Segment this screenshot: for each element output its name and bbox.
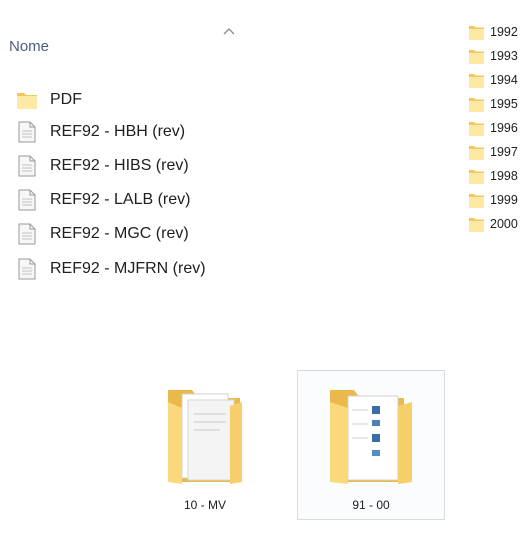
- list-item-pdf[interactable]: PDF: [16, 86, 82, 114]
- folder-with-documents-icon: [330, 390, 412, 484]
- folder-icon: [469, 26, 484, 40]
- list-item-label: 1994: [490, 73, 518, 87]
- folder-icon: [16, 88, 38, 112]
- list-item-year-folder[interactable]: 1994: [469, 69, 518, 91]
- folder-icon: [469, 122, 484, 136]
- year-folder-list: 1992 1993 1994 1995 1996 1997 1998 1999 …: [462, 16, 530, 296]
- list-item-label: 1992: [490, 25, 518, 39]
- list-item-file[interactable]: REF92 - MGC (rev): [16, 220, 189, 248]
- document-icon: [16, 257, 38, 281]
- list-item-label: 1995: [490, 97, 518, 111]
- list-item-label: REF92 - LALB (rev): [50, 191, 191, 208]
- folder-icon: [469, 146, 484, 160]
- list-item-label: 1993: [490, 49, 518, 63]
- document-icon: [16, 120, 38, 144]
- list-item-label: PDF: [50, 91, 82, 108]
- list-item-label: 1996: [490, 121, 518, 135]
- list-item-file[interactable]: REF92 - HBH (rev): [16, 118, 185, 146]
- large-icon-label: 10 - MV: [183, 498, 226, 512]
- folder-icon: [469, 194, 484, 208]
- list-item-label: 1997: [490, 145, 518, 159]
- column-header-name[interactable]: Nome: [9, 38, 49, 55]
- folder-with-documents-icon: [168, 390, 242, 484]
- list-item-label: 1998: [490, 169, 518, 183]
- folder-icon: [469, 74, 484, 88]
- list-item-year-folder[interactable]: 2000: [469, 213, 518, 235]
- list-item-year-folder[interactable]: 1992: [469, 21, 518, 43]
- list-item-file[interactable]: REF92 - LALB (rev): [16, 186, 190, 214]
- list-item-label: REF92 - HIBS (rev): [50, 157, 189, 174]
- folder-icon: [469, 98, 484, 112]
- list-item-label: REF92 - HBH (rev): [50, 123, 186, 140]
- list-item-year-folder[interactable]: 1997: [469, 141, 518, 163]
- folder-icon: [469, 170, 484, 184]
- document-icon: [16, 154, 38, 178]
- list-item-year-folder[interactable]: 1998: [469, 165, 518, 187]
- document-icon: [16, 188, 38, 212]
- large-icon-item[interactable]: 91 - 00: [297, 370, 445, 520]
- list-item-year-folder[interactable]: 1995: [469, 93, 518, 115]
- folder-icon: [469, 50, 484, 64]
- list-item-year-folder[interactable]: 1999: [469, 189, 518, 211]
- list-item-label: REF92 - MJFRN (rev): [50, 260, 206, 277]
- sort-ascending-icon[interactable]: [222, 26, 236, 36]
- file-list-pane: Nome PDF REF92 - HBH (rev) REF92 - HIBS …: [0, 0, 300, 310]
- list-item-label: 1999: [490, 193, 518, 207]
- list-item-label: REF92 - MGC (rev): [50, 225, 189, 242]
- list-item-file[interactable]: REF92 - HIBS (rev): [16, 152, 189, 180]
- large-icon-item[interactable]: 10 - MV: [150, 370, 260, 520]
- list-item-label: 2000: [490, 217, 518, 231]
- list-item-year-folder[interactable]: 1993: [469, 45, 518, 67]
- list-item-file[interactable]: REF92 - MJFRN (rev): [16, 255, 206, 283]
- list-item-year-folder[interactable]: 1996: [469, 117, 518, 139]
- folder-icon: [469, 218, 484, 232]
- large-icon-label: 91 - 00: [352, 498, 390, 512]
- document-icon: [16, 222, 38, 246]
